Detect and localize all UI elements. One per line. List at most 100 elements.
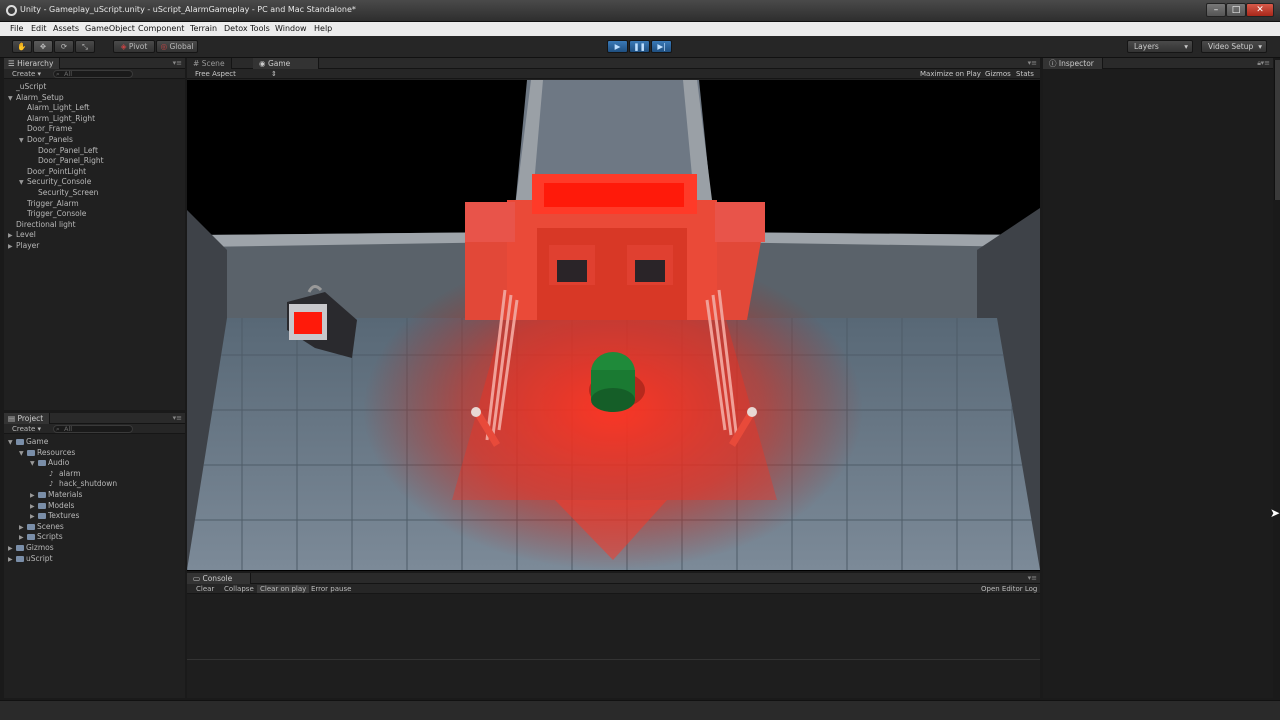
stats-toggle[interactable]: Stats (1016, 70, 1034, 78)
project-search-input[interactable]: ⌕ All (53, 425, 133, 433)
collapsed-arrow-icon[interactable]: ▶ (8, 231, 16, 241)
hierarchy-item[interactable]: ▼ Door_Panels (19, 135, 73, 146)
collapsed-arrow-icon[interactable]: ▶ (19, 533, 27, 543)
collapsed-arrow-icon[interactable]: ▶ (30, 491, 38, 501)
project-item[interactable]: ▶ Scenes (19, 522, 64, 533)
global-label: Global (169, 42, 194, 51)
maximize-button[interactable]: □ (1226, 3, 1246, 17)
tab-scene[interactable]: # Scene (187, 58, 232, 69)
hierarchy-item[interactable]: _uScript (8, 82, 46, 92)
hierarchy-item[interactable]: Alarm_Light_Left (19, 103, 89, 113)
project-item[interactable]: ▶ Models (30, 501, 74, 512)
step-button[interactable]: ▶| (651, 40, 672, 53)
play-button[interactable]: ▶ (607, 40, 628, 53)
menu-file[interactable]: File (10, 24, 23, 33)
minimize-button[interactable]: – (1206, 3, 1226, 17)
aspect-dropdown[interactable]: Free Aspect ⇕ (195, 70, 277, 78)
hierarchy-item[interactable]: Door_Frame (19, 124, 72, 134)
tab-project[interactable]: ▤ Project (4, 413, 51, 424)
tab-hierarchy[interactable]: ☰ Hierarchy (4, 58, 61, 69)
audio-clip-icon: ♪ (49, 469, 54, 478)
hierarchy-item[interactable]: Door_Panel_Right (30, 156, 104, 166)
hierarchy-icon: ☰ (8, 59, 15, 68)
hierarchy-item[interactable]: ▶ Level (8, 230, 36, 241)
rotate-tool-button[interactable]: ⟳ (54, 40, 74, 53)
expanded-arrow-icon[interactable]: ▼ (19, 449, 27, 459)
project-create-button[interactable]: Create ▾ (12, 425, 41, 433)
project-item[interactable]: ▶ uScript (8, 554, 53, 565)
project-item[interactable]: ♪ hack_shutdown (41, 479, 117, 489)
menu-assets[interactable]: Assets (53, 24, 79, 33)
project-item[interactable]: ▼ Game (8, 437, 48, 448)
console-error-pause-toggle[interactable]: Error pause (308, 585, 354, 593)
panel-menu-icon[interactable]: ▾≡ (1261, 59, 1270, 67)
tab-console[interactable]: ▭ Console (187, 573, 251, 584)
console-clear-on-play-toggle[interactable]: Clear on play (257, 585, 310, 593)
hierarchy-item[interactable]: Door_Panel_Left (30, 146, 98, 156)
console-collapse-toggle[interactable]: Collapse (221, 585, 257, 593)
collapsed-arrow-icon[interactable]: ▶ (8, 544, 16, 554)
project-item-label: Models (48, 500, 75, 510)
collapsed-arrow-icon[interactable]: ▶ (19, 523, 27, 533)
menu-help[interactable]: Help (314, 24, 332, 33)
hierarchy-item[interactable]: ▶ Player (8, 241, 39, 252)
project-item[interactable]: ▶ Scripts (19, 532, 63, 543)
gizmos-toggle[interactable]: Gizmos (985, 70, 1011, 78)
menu-terrain[interactable]: Terrain (190, 24, 217, 33)
collapsed-arrow-icon[interactable]: ▶ (30, 512, 38, 522)
open-editor-log-button[interactable]: Open Editor Log (978, 585, 1040, 593)
hierarchy-item-label: Trigger_Console (27, 209, 87, 219)
console-clear-button[interactable]: Clear (193, 585, 217, 593)
panel-menu-icon[interactable]: ▾≡ (173, 59, 182, 67)
project-item[interactable]: ▶ Gizmos (8, 543, 54, 554)
menu-component[interactable]: Component (138, 24, 184, 33)
hierarchy-item[interactable]: ▼ Security_Console (19, 177, 91, 188)
hierarchy-create-button[interactable]: Create ▾ (12, 70, 41, 78)
expanded-arrow-icon[interactable]: ▼ (19, 178, 27, 188)
menu-detox-tools[interactable]: Detox Tools (224, 24, 270, 33)
pause-button[interactable]: ❚❚ (629, 40, 650, 53)
expanded-arrow-icon[interactable]: ▼ (8, 438, 16, 448)
scale-tool-button[interactable]: ⤡ (75, 40, 95, 53)
tab-game[interactable]: ◉ Game (253, 58, 319, 69)
close-button[interactable]: ✕ (1246, 3, 1274, 17)
hierarchy-item[interactable]: Door_PointLight (19, 167, 86, 177)
panel-menu-icon[interactable]: ▾≡ (1028, 574, 1037, 582)
hierarchy-item[interactable]: Directional light (8, 220, 76, 230)
hierarchy-item[interactable]: ▼ Alarm_Setup (8, 93, 64, 104)
move-tool-button[interactable]: ✥ (33, 40, 53, 53)
pivot-toggle[interactable]: ◈ Pivot (113, 40, 155, 53)
vertical-scrollbar[interactable] (1274, 60, 1280, 200)
expanded-arrow-icon[interactable]: ▼ (19, 136, 27, 146)
hierarchy-item[interactable]: Security_Screen (30, 188, 98, 198)
game-viewport[interactable] (187, 80, 1040, 571)
hierarchy-item[interactable]: Trigger_Console (19, 209, 86, 219)
menu-gameobject[interactable]: GameObject (85, 24, 135, 33)
collapsed-arrow-icon[interactable]: ▶ (8, 555, 16, 565)
hierarchy-item[interactable]: Trigger_Alarm (19, 199, 79, 209)
project-item[interactable]: ▼ Audio (30, 458, 69, 469)
maximize-on-play-toggle[interactable]: Maximize on Play (920, 70, 981, 78)
hand-tool-button[interactable]: ✋ (12, 40, 32, 53)
expanded-arrow-icon[interactable]: ▼ (8, 94, 16, 104)
project-item[interactable]: ▼ Resources (19, 448, 75, 459)
project-item[interactable]: ▶ Materials (30, 490, 82, 501)
global-toggle[interactable]: ◎ Global (156, 40, 198, 53)
collapsed-arrow-icon[interactable]: ▶ (8, 242, 16, 252)
panel-menu-icon[interactable]: ▾≡ (1028, 59, 1037, 67)
hierarchy-item-label: Security_Console (27, 177, 92, 187)
collapsed-arrow-icon[interactable]: ▶ (30, 502, 38, 512)
layout-dropdown[interactable]: Video Setup ▾ (1201, 40, 1267, 53)
project-item[interactable]: ▶ Textures (30, 511, 79, 522)
panel-menu-icon[interactable]: ▾≡ (173, 414, 182, 422)
menu-edit[interactable]: Edit (31, 24, 47, 33)
scale-icon: ⤡ (82, 42, 88, 51)
expanded-arrow-icon[interactable]: ▼ (30, 459, 38, 469)
project-item[interactable]: ♪ alarm (41, 469, 81, 479)
menu-window[interactable]: Window (275, 24, 307, 33)
hierarchy-search-input[interactable]: ⌕ All (53, 70, 133, 78)
layers-dropdown[interactable]: Layers ▾ (1127, 40, 1193, 53)
hierarchy-item[interactable]: Alarm_Light_Right (19, 114, 95, 124)
tab-inspector[interactable]: ⓘ Inspector (1043, 58, 1103, 69)
folder-icon (27, 449, 35, 456)
